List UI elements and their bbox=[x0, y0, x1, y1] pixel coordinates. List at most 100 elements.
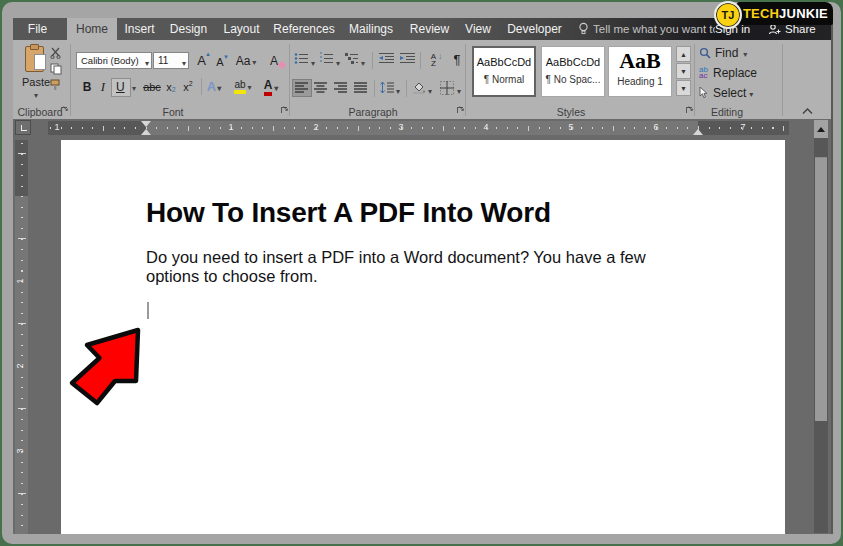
scrollbar-thumb[interactable] bbox=[815, 157, 827, 421]
style-card-heading1[interactable]: AaB Heading 1 bbox=[608, 46, 672, 97]
vertical-ruler[interactable]: 1 2 3 bbox=[15, 140, 28, 534]
replace-button[interactable]: abac Replace bbox=[699, 66, 757, 80]
italic-button[interactable]: I bbox=[97, 78, 109, 95]
hanging-indent-marker[interactable] bbox=[141, 129, 151, 135]
multilevel-list-icon[interactable] bbox=[344, 52, 360, 65]
align-left-button[interactable] bbox=[293, 80, 311, 96]
font-size-combo[interactable]: 11 bbox=[153, 52, 189, 69]
paragraph-dialog-launcher[interactable] bbox=[457, 107, 465, 115]
bold-button[interactable]: B bbox=[80, 78, 94, 95]
document-page[interactable]: How To Insert A PDF Into Word Do you nee… bbox=[61, 140, 785, 534]
tab-home[interactable]: Home bbox=[67, 18, 117, 40]
text-effects-label: A bbox=[207, 79, 216, 94]
borders-dropdown[interactable] bbox=[457, 84, 461, 96]
clipboard-dialog-launcher[interactable] bbox=[61, 107, 69, 115]
underline-button[interactable]: U bbox=[111, 78, 131, 97]
underline-dropdown[interactable] bbox=[129, 78, 139, 95]
paste-button[interactable]: Paste bbox=[20, 43, 52, 101]
align-center-button[interactable] bbox=[314, 82, 328, 94]
hruler-num: 7 bbox=[740, 122, 745, 132]
tab-developer[interactable]: Developer bbox=[499, 18, 570, 40]
style-nospacing-preview: AaBbCcDd bbox=[542, 56, 604, 68]
decrease-indent-icon[interactable] bbox=[378, 52, 395, 65]
cut-icon[interactable] bbox=[50, 47, 63, 59]
copy-icon[interactable] bbox=[50, 63, 62, 75]
superscript-button[interactable]: x2 bbox=[180, 78, 196, 95]
format-painter-icon[interactable] bbox=[50, 79, 62, 91]
superscript-mark: 2 bbox=[189, 80, 193, 87]
tab-stop-selector[interactable] bbox=[15, 120, 31, 135]
tab-file[interactable]: File bbox=[13, 18, 62, 40]
hruler-half-ticks bbox=[103, 126, 789, 131]
justify-button[interactable] bbox=[354, 82, 368, 94]
strikethrough-button[interactable]: abc bbox=[141, 78, 163, 95]
sort-z: Z bbox=[431, 60, 436, 67]
font-color-button[interactable]: A bbox=[260, 78, 282, 95]
font-family-combo[interactable]: Calibri (Body) bbox=[76, 52, 152, 69]
bullets-dropdown[interactable] bbox=[311, 56, 315, 68]
select-dropdown bbox=[749, 87, 753, 99]
tab-design[interactable]: Design bbox=[162, 18, 215, 40]
shrink-font-button[interactable]: A▼ bbox=[213, 54, 227, 69]
styles-scroll-up[interactable]: ▲ bbox=[676, 46, 691, 62]
word-window: File Home Insert Design Layout Reference… bbox=[13, 18, 833, 534]
logo-tech-text: TECH bbox=[743, 6, 779, 21]
clear-formatting-button[interactable]: A bbox=[265, 52, 283, 69]
change-case-button[interactable]: Aa bbox=[234, 52, 258, 69]
bullets-icon[interactable] bbox=[294, 52, 310, 65]
line-spacing-dropdown[interactable] bbox=[396, 84, 400, 96]
collapse-ribbon-chevron[interactable] bbox=[802, 108, 813, 115]
shading-dropdown[interactable] bbox=[428, 84, 432, 96]
italic-label: I bbox=[101, 79, 105, 95]
tab-review[interactable]: Review bbox=[402, 18, 457, 40]
tab-view[interactable]: View bbox=[457, 18, 499, 40]
grow-font-button[interactable]: A▲ bbox=[194, 52, 209, 69]
increase-indent-icon[interactable] bbox=[399, 52, 416, 65]
replace-label: Replace bbox=[713, 66, 757, 80]
text-effects-button[interactable]: A bbox=[206, 78, 222, 95]
find-button[interactable]: Find bbox=[699, 46, 747, 60]
font-dialog-launcher[interactable] bbox=[281, 107, 289, 115]
document-area: 1 1 2 3 4 5 6 7 1 2 3 How To Insert A PD… bbox=[13, 119, 831, 534]
tab-mailings[interactable]: Mailings bbox=[340, 18, 402, 40]
scroll-up-button[interactable] bbox=[814, 120, 828, 138]
styles-gallery-expand[interactable]: ▼ bbox=[676, 80, 691, 96]
paste-label: Paste bbox=[22, 76, 50, 88]
font-color-dropdown bbox=[274, 80, 278, 94]
subscript-button[interactable]: x2 bbox=[163, 78, 179, 95]
style-card-no-spacing[interactable]: AaBbCcDd ¶ No Spac... bbox=[541, 46, 605, 97]
right-indent-marker[interactable] bbox=[693, 129, 703, 135]
borders-icon[interactable] bbox=[440, 81, 454, 95]
tellme-box[interactable]: Tell me what you want to d bbox=[578, 18, 715, 40]
ribbon: Paste Clipboard Calibri (Body) 11 A▲ A▼ … bbox=[13, 40, 831, 119]
numbering-icon[interactable] bbox=[319, 52, 335, 65]
align-right-button[interactable] bbox=[334, 82, 348, 94]
select-button[interactable]: Select bbox=[699, 86, 753, 100]
style-normal-preview: AaBbCcDd bbox=[474, 56, 534, 68]
bold-label: B bbox=[83, 80, 92, 94]
show-paragraph-marks-button[interactable]: ¶ bbox=[450, 51, 464, 68]
paragraph-group-label: Paragraph bbox=[348, 106, 397, 118]
shading-bucket-icon[interactable] bbox=[412, 82, 426, 95]
paragraph-divider bbox=[372, 52, 373, 69]
techjunkie-badge-icon: TJ bbox=[714, 1, 742, 29]
multilevel-dropdown[interactable] bbox=[361, 56, 365, 68]
styles-dialog-launcher[interactable] bbox=[686, 107, 694, 115]
line-spacing-icon[interactable] bbox=[380, 82, 394, 94]
tab-references[interactable]: References bbox=[268, 18, 340, 40]
vertical-scrollbar[interactable] bbox=[814, 120, 828, 533]
tab-insert[interactable]: Insert bbox=[117, 18, 162, 40]
styles-scroll-down[interactable]: ▼ bbox=[676, 63, 691, 79]
numbering-dropdown[interactable] bbox=[336, 56, 340, 68]
horizontal-ruler[interactable]: 1 1 2 3 4 5 6 7 bbox=[48, 121, 789, 135]
style-card-normal[interactable]: AaBbCcDd ¶ Normal bbox=[472, 46, 536, 97]
sort-button[interactable]: AZ↓ bbox=[425, 51, 442, 68]
tab-layout[interactable]: Layout bbox=[215, 18, 268, 40]
text-caret bbox=[147, 302, 149, 319]
group-divider bbox=[694, 44, 695, 116]
tab-stop-L-icon bbox=[21, 125, 27, 131]
tab-developer-label: Developer bbox=[507, 22, 562, 36]
highlight-button[interactable]: ab bbox=[232, 78, 254, 95]
first-line-indent-marker[interactable] bbox=[141, 121, 151, 127]
screenshot-root: File Home Insert Design Layout Reference… bbox=[0, 0, 843, 546]
